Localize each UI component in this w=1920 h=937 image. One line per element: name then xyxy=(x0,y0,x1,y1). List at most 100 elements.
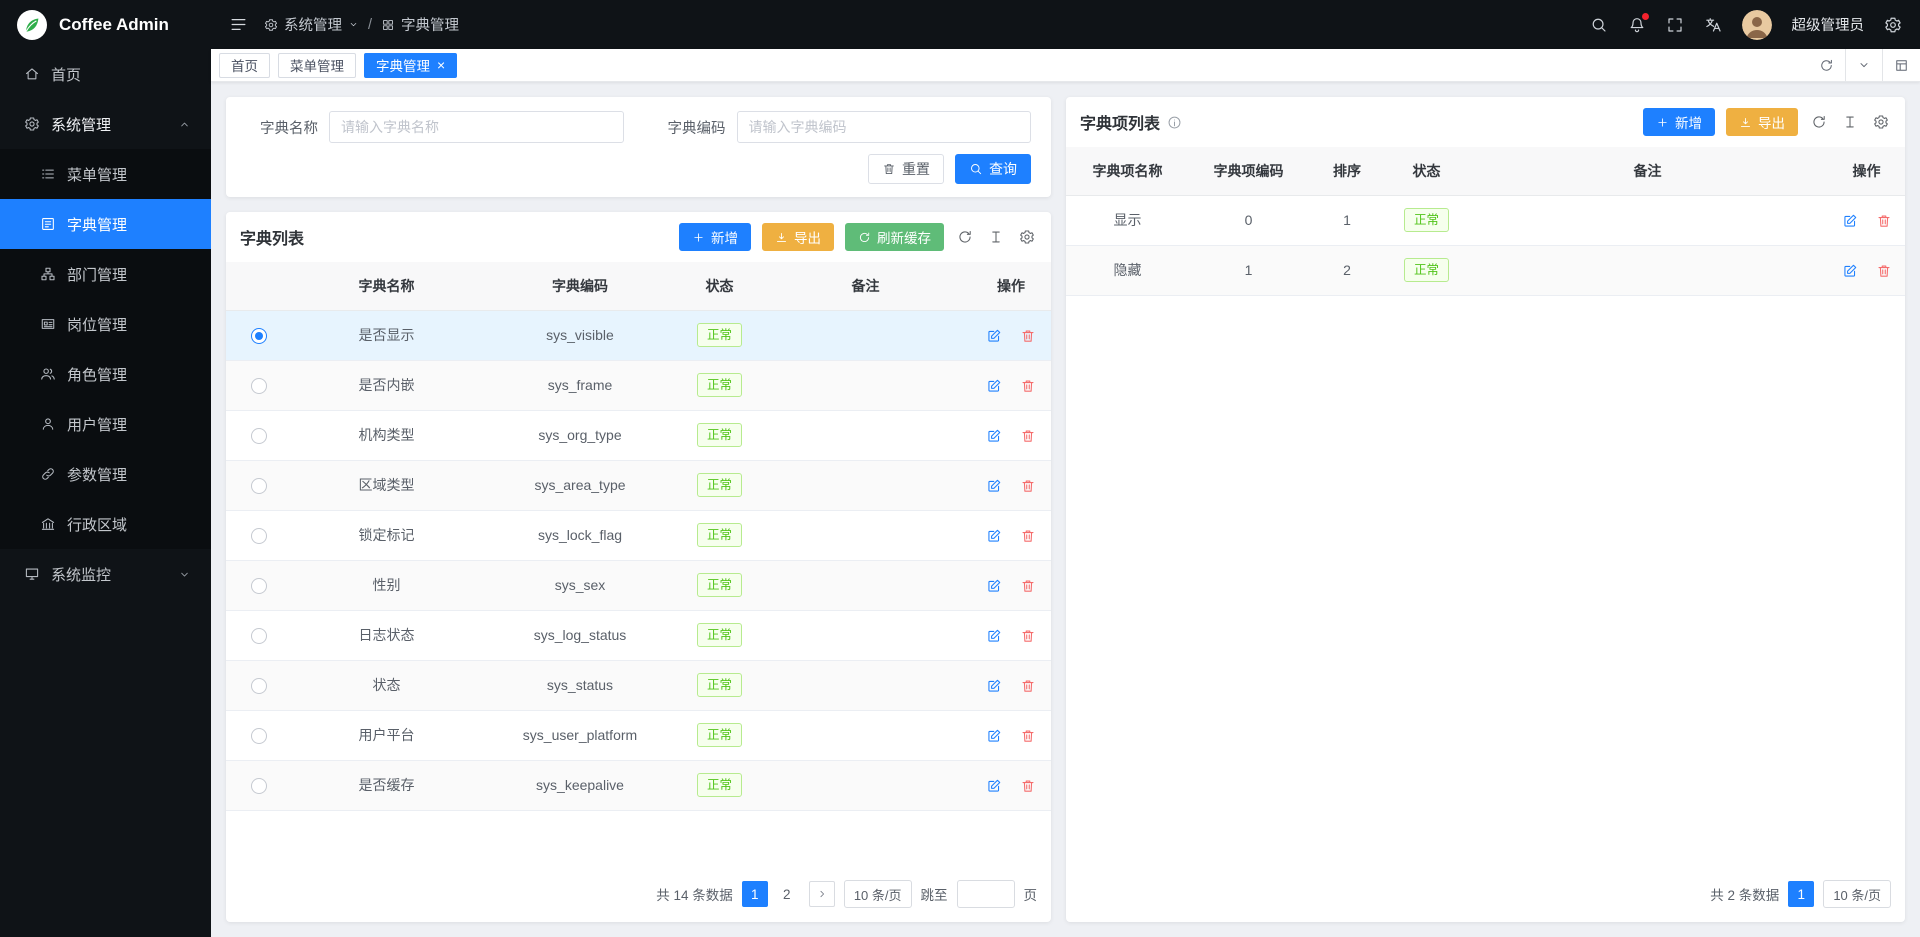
edit-icon[interactable] xyxy=(986,378,1002,394)
page-size-select[interactable]: 10 条/页 xyxy=(844,880,912,908)
delete-icon[interactable] xyxy=(1020,428,1036,444)
fullscreen-icon[interactable] xyxy=(1666,16,1684,34)
table-row[interactable]: 性别sys_sex正常 xyxy=(226,560,1051,610)
row-radio[interactable] xyxy=(251,728,267,744)
delete-icon[interactable] xyxy=(1876,263,1892,279)
status-badge: 正常 xyxy=(697,723,742,748)
sidebar-item-menu-management[interactable]: 菜单管理 xyxy=(0,149,211,199)
row-radio[interactable] xyxy=(251,678,267,694)
table-settings-gear-icon[interactable] xyxy=(1871,114,1891,130)
next-page-button[interactable] xyxy=(809,881,835,907)
reset-button[interactable]: 重置 xyxy=(868,154,944,184)
refresh-cache-button[interactable]: 刷新缓存 xyxy=(845,223,944,251)
sidebar-item-role-management[interactable]: 角色管理 xyxy=(0,349,211,399)
breadcrumb-item-dict-management[interactable]: 字典管理 xyxy=(381,14,459,35)
column-width-icon[interactable] xyxy=(1840,114,1860,130)
notifications-button[interactable] xyxy=(1628,16,1646,34)
table-row[interactable]: 显示01正常 xyxy=(1066,195,1905,245)
dict-code-input[interactable] xyxy=(737,111,1032,143)
row-radio[interactable] xyxy=(251,478,267,494)
export-items-button[interactable]: 导出 xyxy=(1726,108,1798,136)
edit-icon[interactable] xyxy=(986,328,1002,344)
app-logo[interactable]: Coffee Admin xyxy=(0,0,211,49)
delete-icon[interactable] xyxy=(1020,378,1036,394)
search-icon[interactable] xyxy=(1590,16,1608,34)
sidebar-item-user-management[interactable]: 用户管理 xyxy=(0,399,211,449)
column-header: 字典名称 xyxy=(292,262,481,310)
page-size-select[interactable]: 10 条/页 xyxy=(1823,880,1891,908)
delete-icon[interactable] xyxy=(1020,478,1036,494)
sidebar-item-system-management[interactable]: 系统管理 xyxy=(0,99,211,149)
translate-icon[interactable] xyxy=(1704,16,1722,34)
query-button[interactable]: 查询 xyxy=(955,154,1031,184)
add-item-button[interactable]: 新增 xyxy=(1643,108,1715,136)
table-row[interactable]: 隐藏12正常 xyxy=(1066,245,1905,295)
edit-icon[interactable] xyxy=(1842,263,1858,279)
edit-icon[interactable] xyxy=(986,678,1002,694)
sidebar-item-home[interactable]: 首页 xyxy=(0,49,211,99)
table-row[interactable]: 是否内嵌sys_frame正常 xyxy=(226,360,1051,410)
user-name[interactable]: 超级管理员 xyxy=(1792,14,1865,35)
edit-icon[interactable] xyxy=(986,578,1002,594)
edit-icon[interactable] xyxy=(986,478,1002,494)
delete-icon[interactable] xyxy=(1020,778,1036,794)
refresh-tab-icon[interactable] xyxy=(1808,49,1845,81)
delete-icon[interactable] xyxy=(1020,328,1036,344)
column-width-icon[interactable] xyxy=(986,229,1006,245)
delete-icon[interactable] xyxy=(1020,678,1036,694)
sidebar-item-post-management[interactable]: 岗位管理 xyxy=(0,299,211,349)
edit-icon[interactable] xyxy=(986,428,1002,444)
tab-home[interactable]: 首页 xyxy=(219,53,270,78)
jump-page-input[interactable] xyxy=(957,880,1015,908)
avatar[interactable] xyxy=(1742,10,1772,40)
close-icon[interactable]: × xyxy=(437,58,445,72)
row-radio[interactable] xyxy=(251,528,267,544)
table-row[interactable]: 是否缓存sys_keepalive正常 xyxy=(226,760,1051,810)
sidebar-item-admin-region[interactable]: 行政区域 xyxy=(0,499,211,549)
dict-name-input[interactable] xyxy=(329,111,624,143)
edit-icon[interactable] xyxy=(986,528,1002,544)
edit-icon[interactable] xyxy=(986,728,1002,744)
page-button-1[interactable]: 1 xyxy=(742,881,768,907)
row-radio[interactable] xyxy=(251,428,267,444)
row-radio[interactable] xyxy=(251,328,267,344)
table-row[interactable]: 区域类型sys_area_type正常 xyxy=(226,460,1051,510)
page-button-2[interactable]: 2 xyxy=(774,881,800,907)
table-row[interactable]: 日志状态sys_log_status正常 xyxy=(226,610,1051,660)
row-radio[interactable] xyxy=(251,778,267,794)
info-icon[interactable] xyxy=(1167,115,1182,130)
tab-dict-management[interactable]: 字典管理× xyxy=(364,53,457,78)
add-button[interactable]: 新增 xyxy=(679,223,751,251)
edit-icon[interactable] xyxy=(1842,213,1858,229)
breadcrumb-item-system-management[interactable]: 系统管理 xyxy=(264,14,359,35)
refresh-icon[interactable] xyxy=(955,229,975,245)
table-row[interactable]: 是否显示sys_visible正常 xyxy=(226,310,1051,360)
delete-icon[interactable] xyxy=(1020,728,1036,744)
table-row[interactable]: 状态sys_status正常 xyxy=(226,660,1051,710)
edit-icon[interactable] xyxy=(986,628,1002,644)
sidebar-item-dept-management[interactable]: 部门管理 xyxy=(0,249,211,299)
delete-icon[interactable] xyxy=(1020,628,1036,644)
collapse-sidebar-icon[interactable] xyxy=(229,15,248,34)
edit-icon[interactable] xyxy=(986,778,1002,794)
tab-actions-chevron-icon[interactable] xyxy=(1845,49,1882,81)
delete-icon[interactable] xyxy=(1020,528,1036,544)
sidebar-item-param-management[interactable]: 参数管理 xyxy=(0,449,211,499)
refresh-icon[interactable] xyxy=(1809,114,1829,130)
table-row[interactable]: 锁定标记sys_lock_flag正常 xyxy=(226,510,1051,560)
layout-toggle-icon[interactable] xyxy=(1882,49,1920,81)
sidebar-item-system-monitor[interactable]: 系统监控 xyxy=(0,549,211,599)
row-radio[interactable] xyxy=(251,578,267,594)
table-settings-gear-icon[interactable] xyxy=(1017,229,1037,245)
table-row[interactable]: 用户平台sys_user_platform正常 xyxy=(226,710,1051,760)
tab-menu-management[interactable]: 菜单管理 xyxy=(278,53,356,78)
export-button[interactable]: 导出 xyxy=(762,223,834,251)
row-radio[interactable] xyxy=(251,628,267,644)
table-row[interactable]: 机构类型sys_org_type正常 xyxy=(226,410,1051,460)
delete-icon[interactable] xyxy=(1876,213,1892,229)
delete-icon[interactable] xyxy=(1020,578,1036,594)
sidebar-item-dict-management[interactable]: 字典管理 xyxy=(0,199,211,249)
settings-gear-icon[interactable] xyxy=(1884,16,1902,34)
page-button-1[interactable]: 1 xyxy=(1788,881,1814,907)
row-radio[interactable] xyxy=(251,378,267,394)
